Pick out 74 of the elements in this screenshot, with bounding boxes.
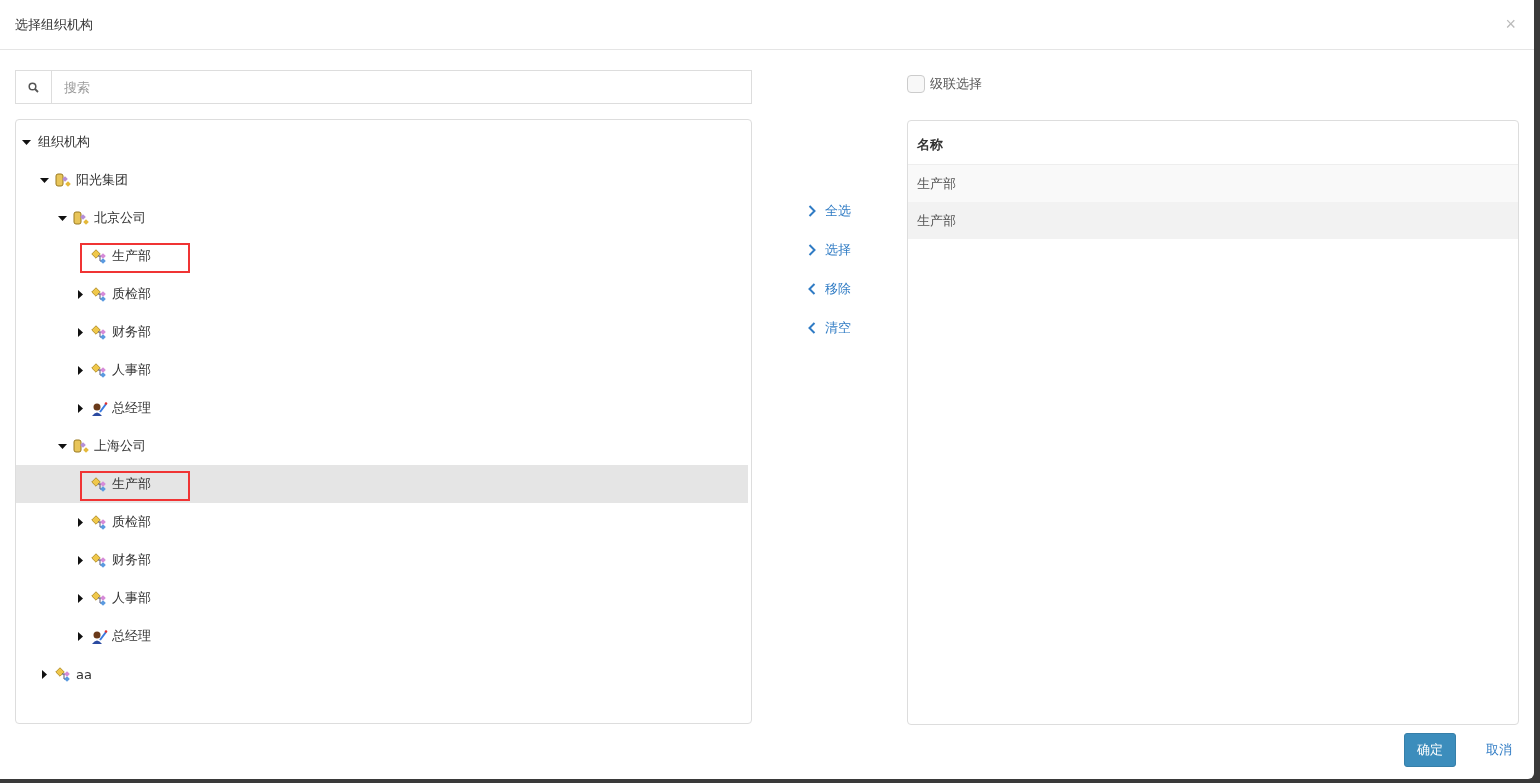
tree-label: 北京公司	[93, 209, 147, 227]
tree-label: 生产部	[111, 247, 152, 265]
chevron-right-icon	[808, 244, 816, 256]
department-icon	[91, 247, 108, 265]
confirm-button[interactable]: 确定	[1404, 733, 1456, 767]
person-icon	[91, 399, 108, 417]
caret-icon[interactable]	[22, 137, 31, 147]
tree-item[interactable]: 上海公司	[16, 427, 748, 465]
tree-item[interactable]: 质检部	[16, 503, 748, 541]
department-icon	[91, 323, 108, 341]
tree-item[interactable]: 财务部	[16, 313, 748, 351]
caret-icon[interactable]	[76, 365, 85, 375]
department-icon	[91, 361, 108, 379]
department-icon	[91, 551, 108, 569]
caret-icon[interactable]	[40, 175, 49, 185]
tree-label: 财务部	[111, 323, 152, 341]
caret-icon[interactable]	[40, 669, 49, 679]
tree-item[interactable]: 财务部	[16, 541, 748, 579]
tree-label: 质检部	[111, 285, 152, 303]
chevron-left-icon	[808, 283, 816, 295]
move-right-link[interactable]: 全选	[808, 200, 851, 222]
department-icon	[91, 513, 108, 531]
tree-label: 质检部	[111, 513, 152, 531]
cancel-button[interactable]: 取消	[1484, 735, 1514, 765]
tree-item[interactable]: 总经理	[16, 389, 748, 427]
building-icon	[73, 437, 90, 455]
tree-item[interactable]: 人事部	[16, 351, 748, 389]
tree-label: 人事部	[111, 361, 152, 379]
department-icon	[91, 589, 108, 607]
tree-label: 阳光集团	[75, 171, 129, 189]
dialog-title: 选择组织机构	[15, 15, 93, 34]
department-icon	[91, 285, 108, 303]
checkbox-label: 级联选择	[930, 75, 982, 93]
tree-label: 总经理	[111, 399, 152, 417]
building-icon	[73, 209, 90, 227]
tree-label: 上海公司	[93, 437, 147, 455]
caret-icon[interactable]	[76, 403, 85, 413]
department-icon	[55, 665, 72, 683]
table-cell: 生产部	[917, 211, 956, 230]
chevron-right-icon	[808, 205, 816, 217]
tree-item[interactable]: 人事部	[16, 579, 748, 617]
tree-item[interactable]: 生产部	[16, 465, 748, 503]
department-icon	[91, 475, 108, 493]
person-icon	[91, 627, 108, 645]
tree-item[interactable]: aa	[16, 655, 748, 693]
tree-label: 总经理	[111, 627, 152, 645]
caret-icon[interactable]	[58, 213, 67, 223]
tree-item[interactable]: 北京公司	[16, 199, 748, 237]
caret-icon[interactable]	[76, 593, 85, 603]
table-cell: 生产部	[917, 174, 956, 193]
building-icon	[55, 171, 72, 189]
tree-label: 生产部	[111, 475, 152, 493]
caret-icon[interactable]	[76, 555, 85, 565]
caret-icon[interactable]	[58, 441, 67, 451]
search-icon	[28, 81, 39, 93]
caret-icon[interactable]	[76, 327, 85, 337]
tree-label: 组织机构	[37, 133, 91, 151]
tree-label: 财务部	[111, 551, 152, 569]
tree-label: aa	[75, 665, 93, 684]
chevron-left-icon	[808, 322, 816, 334]
caret-icon[interactable]	[76, 289, 85, 299]
caret-icon[interactable]	[76, 517, 85, 527]
tree-item[interactable]: 组织机构	[16, 123, 748, 161]
tree-item[interactable]: 总经理	[16, 617, 748, 655]
tree-item[interactable]: 质检部	[16, 275, 748, 313]
tree-item[interactable]: 生产部	[16, 237, 748, 275]
tree-label: 人事部	[111, 589, 152, 607]
move-left-link[interactable]: 清空	[808, 317, 851, 339]
search-field[interactable]: 搜索	[51, 70, 752, 104]
checkbox[interactable]	[907, 75, 925, 93]
move-right-link[interactable]: 选择	[808, 239, 851, 261]
move-left-link[interactable]: 移除	[808, 278, 851, 300]
caret-icon[interactable]	[76, 631, 85, 641]
tree-item[interactable]: 阳光集团	[16, 161, 748, 199]
